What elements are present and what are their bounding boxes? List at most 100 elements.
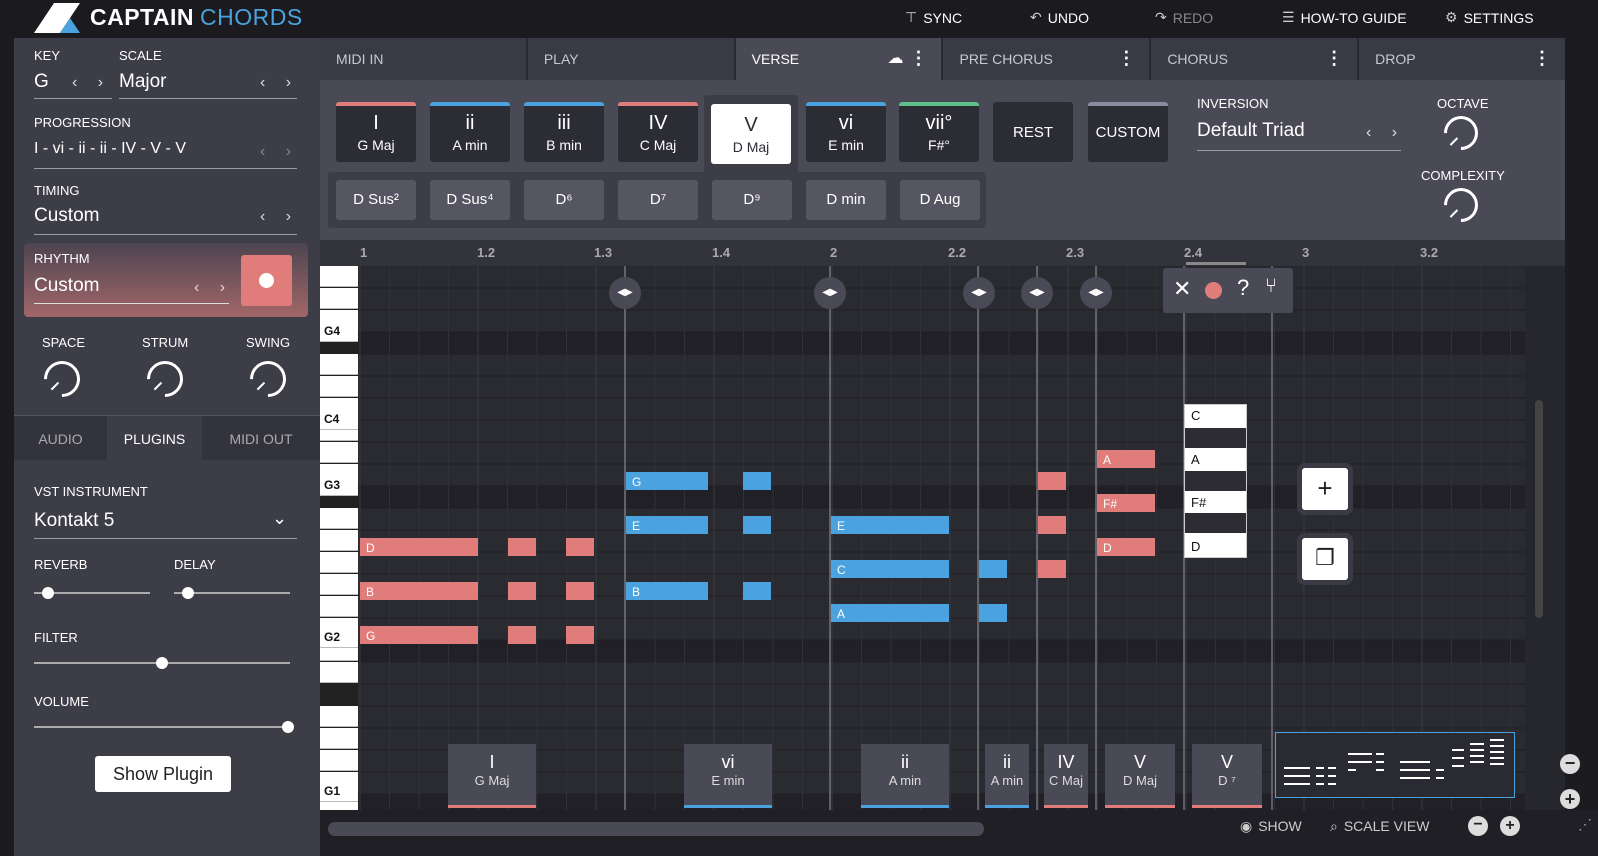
piano-key[interactable] <box>320 706 358 727</box>
tab-midi-in[interactable]: MIDI IN <box>320 38 528 80</box>
rest-button[interactable]: REST <box>993 102 1073 162</box>
delay-thumb[interactable] <box>182 587 194 599</box>
chevron-down-icon[interactable]: ⌄ <box>272 508 287 529</box>
zoom-in-icon[interactable]: + <box>1500 816 1520 836</box>
midi-note[interactable]: E <box>831 516 949 534</box>
piano-key[interactable] <box>320 288 358 309</box>
piano-key[interactable] <box>320 750 358 771</box>
chord-button-4[interactable]: V D Maj <box>711 104 791 164</box>
timeline-ruler[interactable]: 1 1.2 1.3 1.4 2 2.2 2.3 2.4 3 3.2 <box>320 240 1565 266</box>
cloud-upload-icon[interactable]: ☁ <box>887 48 903 68</box>
tab-pre-chorus[interactable]: PRE CHORUS ⋮ <box>943 38 1152 80</box>
horizontal-scrollbar[interactable] <box>328 822 984 836</box>
zoom-out-icon[interactable]: − <box>1468 816 1488 836</box>
chord-variation-button[interactable]: D min <box>806 180 886 220</box>
midi-note[interactable]: B <box>626 582 708 600</box>
rhythm-value[interactable]: Custom <box>34 275 99 297</box>
popup-note[interactable]: A <box>1191 452 1200 467</box>
piano-key[interactable] <box>320 574 358 595</box>
help-icon[interactable]: ? <box>1237 275 1249 301</box>
scale-arrows[interactable]: ‹ › <box>260 74 299 92</box>
midi-note[interactable] <box>508 626 536 644</box>
tab-plugins[interactable]: PLUGINS <box>107 416 202 460</box>
strum-knob[interactable] <box>139 353 191 405</box>
midi-note[interactable]: A <box>1097 450 1155 468</box>
tab-verse[interactable]: VERSE ☁ ⋮ <box>735 38 944 80</box>
record-icon[interactable] <box>1205 282 1222 299</box>
midi-note[interactable] <box>1038 472 1066 490</box>
reverb-slider[interactable] <box>34 587 150 599</box>
piano-key[interactable] <box>320 376 358 397</box>
tab-chorus[interactable]: CHORUS ⋮ <box>1151 38 1360 80</box>
chord-length-handle-icon[interactable]: ◀▶ <box>963 277 995 309</box>
chord-length-handle-icon[interactable]: ◀▶ <box>609 277 641 309</box>
progression-value[interactable]: I - vi - ii - ii - IV - V - V <box>34 140 186 158</box>
more-options-icon[interactable]: ⋮ <box>1533 48 1551 69</box>
chord-track-block[interactable]: VD ⁷ <box>1192 744 1262 808</box>
piano-key[interactable] <box>320 442 358 463</box>
midi-note[interactable] <box>1038 560 1066 578</box>
midi-note[interactable] <box>508 582 536 600</box>
chord-variation-button[interactable]: D Sus⁴ <box>430 180 510 220</box>
piano-roll[interactable]: 1 1.2 1.3 1.4 2 2.2 2.3 2.4 3 3.2 G4 C4 G3 G2 G1 D B G G… <box>320 240 1565 810</box>
timing-arrows[interactable]: ‹ › <box>260 208 299 226</box>
chord-button-1[interactable]: ii A min <box>430 102 510 162</box>
custom-button[interactable]: CUSTOM <box>1088 102 1168 162</box>
vertical-scrollbar[interactable] <box>1535 400 1543 618</box>
chord-button-3[interactable]: IV C Maj <box>618 102 698 162</box>
chord-variation-button[interactable]: D Sus² <box>336 180 416 220</box>
midi-note[interactable] <box>979 560 1007 578</box>
chord-notes-popup[interactable]: C A F# D <box>1184 404 1247 558</box>
piano-key[interactable] <box>320 530 358 551</box>
show-button[interactable]: ◉ SHOW <box>1240 818 1302 835</box>
midi-note[interactable] <box>743 472 771 490</box>
scale-value[interactable]: Major <box>119 71 167 93</box>
close-icon[interactable]: ✕ <box>1173 276 1191 302</box>
zoom-in-vertical-icon[interactable]: + <box>1560 789 1580 809</box>
piano-key-labeled[interactable]: G1 <box>320 781 358 802</box>
tab-midi-out[interactable]: MIDI OUT <box>202 416 320 460</box>
octave-knob[interactable] <box>1436 108 1486 158</box>
piano-key[interactable] <box>320 728 358 749</box>
ruler-selection[interactable] <box>1186 262 1246 265</box>
chord-button-6[interactable]: vii° F#° <box>899 102 979 162</box>
redo-button[interactable]: ↷ REDO <box>1155 9 1213 26</box>
volume-thumb[interactable] <box>282 721 294 733</box>
space-knob[interactable] <box>36 353 88 405</box>
piano-key[interactable] <box>320 508 358 529</box>
sync-button[interactable]: ⊤ SYNC <box>905 9 962 26</box>
piano-key[interactable] <box>320 354 358 375</box>
vst-instrument-value[interactable]: Kontakt 5 <box>34 510 114 532</box>
filter-slider[interactable] <box>34 657 290 669</box>
swing-knob[interactable] <box>242 353 294 405</box>
midi-note[interactable] <box>979 604 1007 622</box>
scale-view-button[interactable]: ⌕ SCALE VIEW <box>1330 818 1429 835</box>
chord-button-0[interactable]: I G Maj <box>336 102 416 162</box>
piano-key[interactable] <box>320 266 358 287</box>
reverb-thumb[interactable] <box>42 587 54 599</box>
delay-slider[interactable] <box>174 587 290 599</box>
inversion-value[interactable]: Default Triad <box>1197 120 1305 142</box>
rhythm-arrows[interactable]: ‹ › <box>194 279 233 297</box>
midi-note[interactable]: G <box>360 626 478 644</box>
piano-key[interactable] <box>320 596 358 617</box>
tab-play[interactable]: PLAY <box>528 38 736 80</box>
midi-note[interactable]: D <box>360 538 478 556</box>
settings-button[interactable]: ⚙ SETTINGS <box>1445 9 1534 26</box>
chord-track-block[interactable]: vi E min <box>684 744 772 808</box>
chord-variation-button[interactable]: D⁹ <box>712 180 792 220</box>
midi-note[interactable]: F# <box>1097 494 1155 512</box>
show-plugin-button[interactable]: Show Plugin <box>95 756 231 792</box>
chord-length-handle-icon[interactable]: ◀▶ <box>814 277 846 309</box>
record-rhythm-button[interactable] <box>241 255 292 306</box>
chord-track-block[interactable]: IV C Maj <box>1044 744 1088 808</box>
midi-note[interactable]: B <box>360 582 478 600</box>
volume-slider[interactable] <box>34 721 294 733</box>
complexity-knob[interactable] <box>1436 180 1486 230</box>
key-value[interactable]: G <box>34 71 49 93</box>
midi-note[interactable] <box>743 582 771 600</box>
chord-track-block[interactable]: ii A min <box>985 744 1029 808</box>
chord-length-handle-icon[interactable]: ◀▶ <box>1080 277 1112 309</box>
piano-keyboard[interactable]: G4 C4 G3 G2 G1 <box>320 266 358 810</box>
midi-note[interactable]: D <box>1097 538 1155 556</box>
